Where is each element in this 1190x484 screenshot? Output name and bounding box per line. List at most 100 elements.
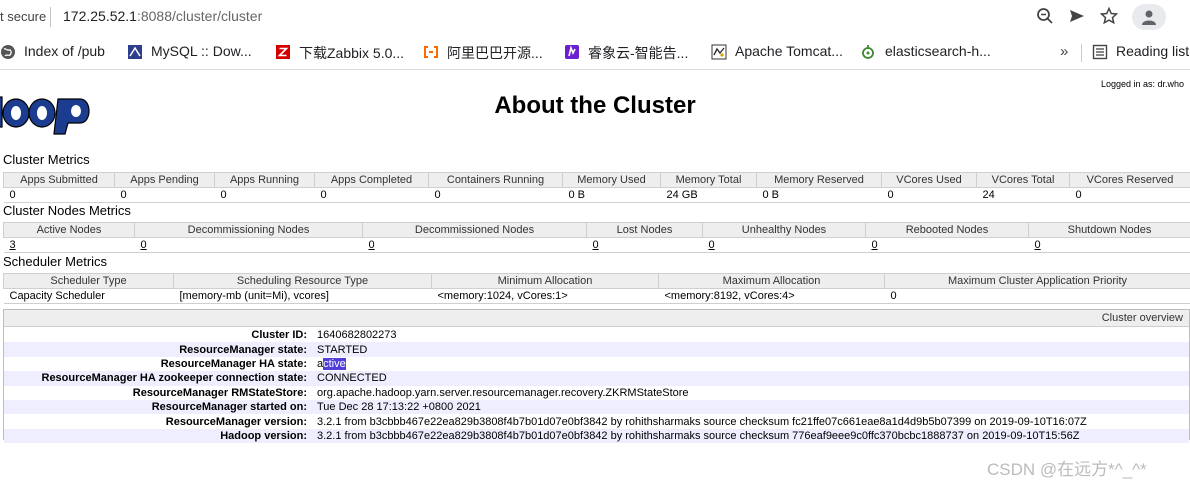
address-divider: [50, 7, 51, 27]
bookmark-label: 下载Zabbix 5.0...: [299, 45, 405, 61]
info-label: ResourceManager started on:: [151, 401, 307, 414]
column-header[interactable]: Maximum Cluster Application Priority: [884, 273, 1190, 289]
rebooted-nodes-link[interactable]: 0: [872, 239, 878, 251]
column-header[interactable]: Minimum Allocation: [431, 273, 659, 289]
table-row: 0 0 0 0 0 0 B 24 GB 0 B 0 24 0: [3, 187, 1190, 203]
tomcat-icon: [711, 44, 727, 60]
zabbix-icon: [276, 45, 290, 59]
column-header[interactable]: Memory Used: [562, 172, 661, 188]
info-label: ResourceManager RMStateStore:: [132, 386, 307, 399]
security-status[interactable]: t secure: [0, 9, 46, 24]
column-header[interactable]: Apps Pending: [114, 172, 215, 188]
column-header[interactable]: Apps Completed: [314, 172, 429, 188]
info-label: ResourceManager HA zookeeper connection …: [41, 372, 308, 385]
info-row: ResourceManager started on: Tue Dec 28 1…: [4, 399, 1189, 415]
shutdown-nodes-link[interactable]: 0: [1035, 239, 1041, 251]
column-header[interactable]: VCores Reserved: [1069, 172, 1190, 188]
table-cell: 0 B: [756, 187, 882, 203]
elasticsearch-icon: [862, 45, 874, 59]
decommissioning-nodes-link[interactable]: 0: [141, 239, 147, 251]
scheduler-metrics-title: Scheduler Metrics: [3, 254, 108, 269]
lost-nodes-link[interactable]: 0: [593, 239, 599, 251]
info-row: ResourceManager HA zookeeper connection …: [4, 371, 1189, 386]
info-row: Hadoop version: 3.2.1 from b3cbbb467e22e…: [4, 428, 1189, 444]
column-header[interactable]: Shutdown Nodes: [1028, 222, 1190, 238]
table-cell: 0: [702, 237, 866, 253]
table-header-row: Scheduler Type Scheduling Resource Type …: [3, 273, 1190, 289]
table-cell: 0: [881, 187, 977, 203]
csdn-watermark: CSDN @在远方*^_^*: [987, 460, 1147, 479]
login-status: Logged in as: dr.who: [1101, 79, 1185, 89]
table-cell: [memory-mb (unit=Mi), vcores]: [173, 288, 432, 304]
info-label: Cluster ID:: [251, 329, 307, 342]
column-header[interactable]: Rebooted Nodes: [865, 222, 1029, 238]
info-value: 3.2.1 from b3cbbb467e22ea829b3808f4b7b01…: [317, 415, 1087, 428]
reading-list-label: Reading list: [1116, 43, 1190, 59]
profile-avatar[interactable]: [1132, 4, 1166, 30]
reading-list-icon: [1092, 44, 1108, 60]
column-header[interactable]: Maximum Allocation: [658, 273, 885, 289]
table-cell: 0: [134, 237, 363, 253]
url-text[interactable]: 172.25.52.1:8088/cluster/cluster: [63, 8, 262, 24]
info-row: Cluster ID: 1640682802273: [4, 328, 1189, 342]
globe-icon: [1, 45, 15, 59]
table-cell: 0: [214, 187, 315, 203]
column-header[interactable]: Scheduling Resource Type: [173, 273, 432, 289]
info-value: Tue Dec 28 17:13:22 +0800 2021: [317, 401, 481, 414]
table-cell: <memory:8192, vCores:4>: [658, 288, 885, 304]
cluster-overview-table: Cluster ID: 1640682802273 ResourceManage…: [4, 328, 1189, 444]
table-cell: 0: [314, 187, 429, 203]
bookmark-label: Apache Tomcat...: [735, 43, 843, 59]
column-header[interactable]: Decommissioned Nodes: [362, 222, 587, 238]
table-cell: 0: [3, 187, 115, 203]
zoom-icon[interactable]: [1036, 7, 1056, 27]
more-bookmarks-chevron-icon[interactable]: »: [1060, 43, 1068, 60]
address-bar[interactable]: t secure 172.25.52.1:8088/cluster/cluste…: [0, 0, 1190, 35]
info-label: ResourceManager version:: [165, 415, 307, 428]
info-value: org.apache.hadoop.yarn.server.resourcema…: [317, 386, 689, 399]
mysql-icon: [128, 45, 142, 59]
table-cell: Capacity Scheduler: [3, 288, 174, 304]
decommissioned-nodes-link[interactable]: 0: [369, 239, 375, 251]
info-row: ResourceManager RMStateStore: org.apache…: [4, 386, 1189, 400]
info-value: CONNECTED: [317, 372, 387, 385]
column-header[interactable]: VCores Used: [881, 172, 977, 188]
table-cell: 24 GB: [660, 187, 757, 203]
bookmark-star-icon[interactable]: [1099, 6, 1120, 27]
table-cell: 0: [586, 237, 703, 253]
active-nodes-link[interactable]: 3: [10, 239, 16, 251]
column-header[interactable]: Unhealthy Nodes: [702, 222, 866, 238]
url-path: :8088/cluster/cluster: [136, 8, 263, 24]
column-header[interactable]: Lost Nodes: [586, 222, 703, 238]
info-row: ResourceManager version: 3.2.1 from b3cb…: [4, 414, 1189, 428]
info-row: ResourceManager HA state: active: [4, 357, 1189, 371]
table-cell: 0: [865, 237, 1029, 253]
cluster-metrics-table: Apps Submitted Apps Pending Apps Running…: [3, 172, 1190, 203]
nodes-metrics-table: Active Nodes Decommissioning Nodes Decom…: [3, 222, 1190, 253]
column-header[interactable]: Memory Total: [660, 172, 757, 188]
table-header-row: Active Nodes Decommissioning Nodes Decom…: [3, 222, 1190, 238]
column-header[interactable]: Scheduler Type: [3, 273, 174, 289]
column-header[interactable]: Active Nodes: [3, 222, 135, 238]
column-header[interactable]: Containers Running: [428, 172, 563, 188]
table-header-row: Apps Submitted Apps Pending Apps Running…: [3, 172, 1190, 188]
column-header[interactable]: Apps Submitted: [3, 172, 115, 188]
info-value: 3.2.1 from b3cbbb467e22ea829b3808f4b7b01…: [317, 429, 1080, 442]
table-cell: 0 B: [562, 187, 661, 203]
unhealthy-nodes-link[interactable]: 0: [709, 239, 715, 251]
table-cell: 0: [1028, 237, 1190, 253]
send-icon[interactable]: [1068, 7, 1088, 27]
column-header[interactable]: Memory Reserved: [756, 172, 882, 188]
bookmarks-divider: [1081, 44, 1082, 62]
cluster-metrics-title: Cluster Metrics: [3, 152, 90, 167]
selected-text: ctive: [323, 357, 346, 370]
info-label: Hadoop version:: [220, 429, 307, 442]
scheduler-metrics-table: Scheduler Type Scheduling Resource Type …: [3, 273, 1190, 304]
info-label: ResourceManager state:: [179, 343, 307, 356]
column-header[interactable]: Apps Running: [214, 172, 315, 188]
url-host: 172.25.52.1: [63, 8, 137, 24]
column-header[interactable]: Decommissioning Nodes: [134, 222, 363, 238]
table-cell: 0: [884, 288, 1190, 304]
column-header[interactable]: VCores Total: [976, 172, 1070, 188]
table-row: Capacity Scheduler [memory-mb (unit=Mi),…: [3, 288, 1190, 304]
